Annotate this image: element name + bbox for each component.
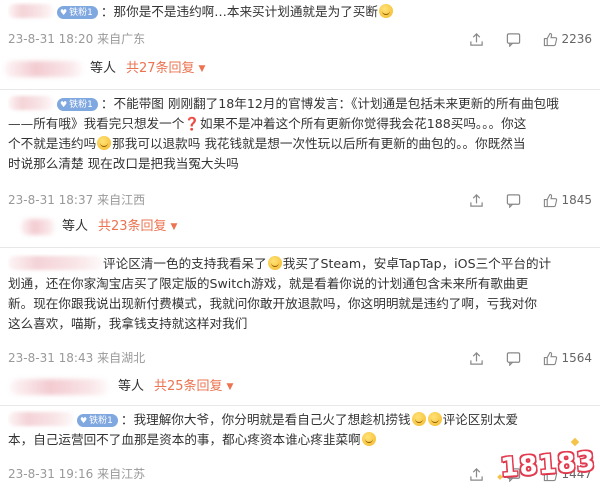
smile-emoji-icon [97, 136, 112, 150]
share-icon[interactable] [469, 351, 484, 366]
comment-text: ♥ 铁粉1 ：那你是不是违约啊…本来买计划通就是为了买断 [8, 2, 586, 22]
divider [0, 247, 600, 248]
share-icon[interactable] [469, 467, 484, 482]
comment-location: 来自广东 [97, 32, 146, 46]
comment-meta: 23-8-31 19:16 来自江苏 [8, 466, 145, 482]
share-icon[interactable] [469, 32, 484, 47]
comment-location: 来自江西 [97, 193, 146, 207]
comment-item: 评论区清一色的支持我看呆了 我买了Steam，安卓TapTap，iOS三个平台的计… [0, 252, 600, 370]
question-mark-emoji-icon: ❓ [184, 116, 200, 131]
smile-emoji-icon [267, 256, 282, 270]
watermark-logo: 18183 [499, 446, 597, 484]
comment-location: 来自江苏 [97, 467, 146, 481]
reply-summary: 等人 共23条回复 ▼ [0, 213, 600, 241]
heart-icon: ♥ [80, 416, 88, 425]
comment-time: 23-8-31 18:37 [8, 193, 94, 207]
divider [0, 405, 600, 406]
comment-text: ——所有哦》我看完只想发一个❓如果不是冲着这个所有更新你觉得我会花188买吗。。… [8, 116, 527, 131]
like-count: 1845 [561, 193, 592, 207]
username-blurred[interactable] [8, 256, 103, 270]
comment-meta: 23-8-31 18:37 来自江西 [8, 192, 145, 208]
fan-badge: ♥ 铁粉1 [77, 414, 118, 427]
comment-meta: 23-8-31 18:43 来自湖北 [8, 350, 145, 366]
username-blurred[interactable] [8, 96, 54, 110]
view-replies-link[interactable]: 共27条回复 ▼ [126, 55, 205, 83]
comment-icon[interactable] [506, 32, 521, 47]
comment-text: 时说那么清楚 现在改口是把我当冤大头吗 [8, 156, 239, 171]
comment-text: ♥ 铁粉1 ：不能带图 刚刚翻了18年12月的官博发言：《计划通是包括未来更新的所有… [8, 94, 586, 114]
comment-icon[interactable] [506, 193, 521, 208]
comment-actions: 1845 [447, 192, 592, 208]
comment-actions: 1564 [447, 350, 592, 366]
thumbs-up-icon[interactable] [543, 351, 558, 366]
crying-laughing-emoji-icon [378, 4, 393, 18]
view-replies-link[interactable]: 共23条回复 ▼ [98, 213, 177, 241]
comment-text: 划通，还在你家淘宝店买了限定版的Switch游戏，就是看着你说的计划通包含未来所… [8, 276, 529, 291]
smile-emoji-icon [361, 432, 376, 446]
comment-location: 来自湖北 [97, 351, 146, 365]
username-blurred[interactable] [8, 4, 54, 18]
heart-icon: ♥ [60, 8, 68, 17]
comment-text: 个不就是违约吗 那我可以退款吗 我花钱就是想一次性玩以后所有更新的曲包的。。你既然… [8, 136, 526, 151]
reply-users-blurred [10, 379, 110, 395]
reply-users-blurred [20, 219, 56, 235]
comment-text: 评论区清一色的支持我看呆了 我买了Steam，安卓TapTap，iOS三个平台的计 [8, 254, 586, 274]
thumbs-up-icon[interactable] [543, 32, 558, 47]
fan-badge: ♥ 铁粉1 [57, 6, 98, 19]
comment-meta: 23-8-31 18:20 来自广东 [8, 31, 145, 47]
share-icon[interactable] [469, 193, 484, 208]
thumbs-up-icon[interactable] [543, 193, 558, 208]
comment-item: ♥ 铁粉1 ：不能带图 刚刚翻了18年12月的官博发言：《计划通是包括未来更新的所有… [0, 92, 600, 232]
reply-summary: 等人 共27条回复 ▼ [0, 55, 600, 83]
chevron-down-icon: ▼ [226, 382, 234, 392]
like-count: 1564 [561, 351, 592, 365]
divider [0, 89, 600, 90]
username-blurred[interactable] [8, 412, 74, 426]
grin-emoji-icon [427, 412, 442, 426]
comment-text: 这么喜欢，喵斯，我拿钱支持就这样对我们 [8, 316, 248, 331]
comment-item: ♥ 铁粉1 ：那你是不是违约啊…本来买计划通就是为了买断 23-8-31 18:20… [0, 0, 600, 54]
heart-icon: ♥ [60, 100, 68, 109]
like-count: 2236 [561, 32, 592, 46]
grin-emoji-icon [411, 412, 426, 426]
comment-time: 23-8-31 18:20 [8, 32, 94, 46]
comment-text: 新。现在你跟我说出现新付费模式，我就问你敢开放退款吗，你这明明就是违约了啊，亏我… [8, 296, 537, 311]
comment-icon[interactable] [506, 351, 521, 366]
reply-users-blurred [4, 61, 84, 77]
comment-text: 本，自己运营回不了血那是资本的事，都心疼资本谁心疼韭菜啊 [8, 430, 586, 450]
comment-time: 23-8-31 19:16 [8, 467, 94, 481]
chevron-down-icon: ▼ [198, 64, 206, 74]
fan-badge: ♥ 铁粉1 [57, 98, 98, 111]
comment-time: 23-8-31 18:43 [8, 351, 94, 365]
comment-text: ♥ 铁粉1 ：我理解你大爷，你分明就是看自己火了想趁机捞钱 评论区别太爱 [8, 410, 586, 430]
view-replies-link[interactable]: 共25条回复 ▼ [154, 373, 233, 401]
chevron-down-icon: ▼ [170, 222, 178, 232]
reply-summary: 等人 共25条回复 ▼ [0, 373, 600, 401]
comment-actions: 2236 [447, 31, 592, 47]
